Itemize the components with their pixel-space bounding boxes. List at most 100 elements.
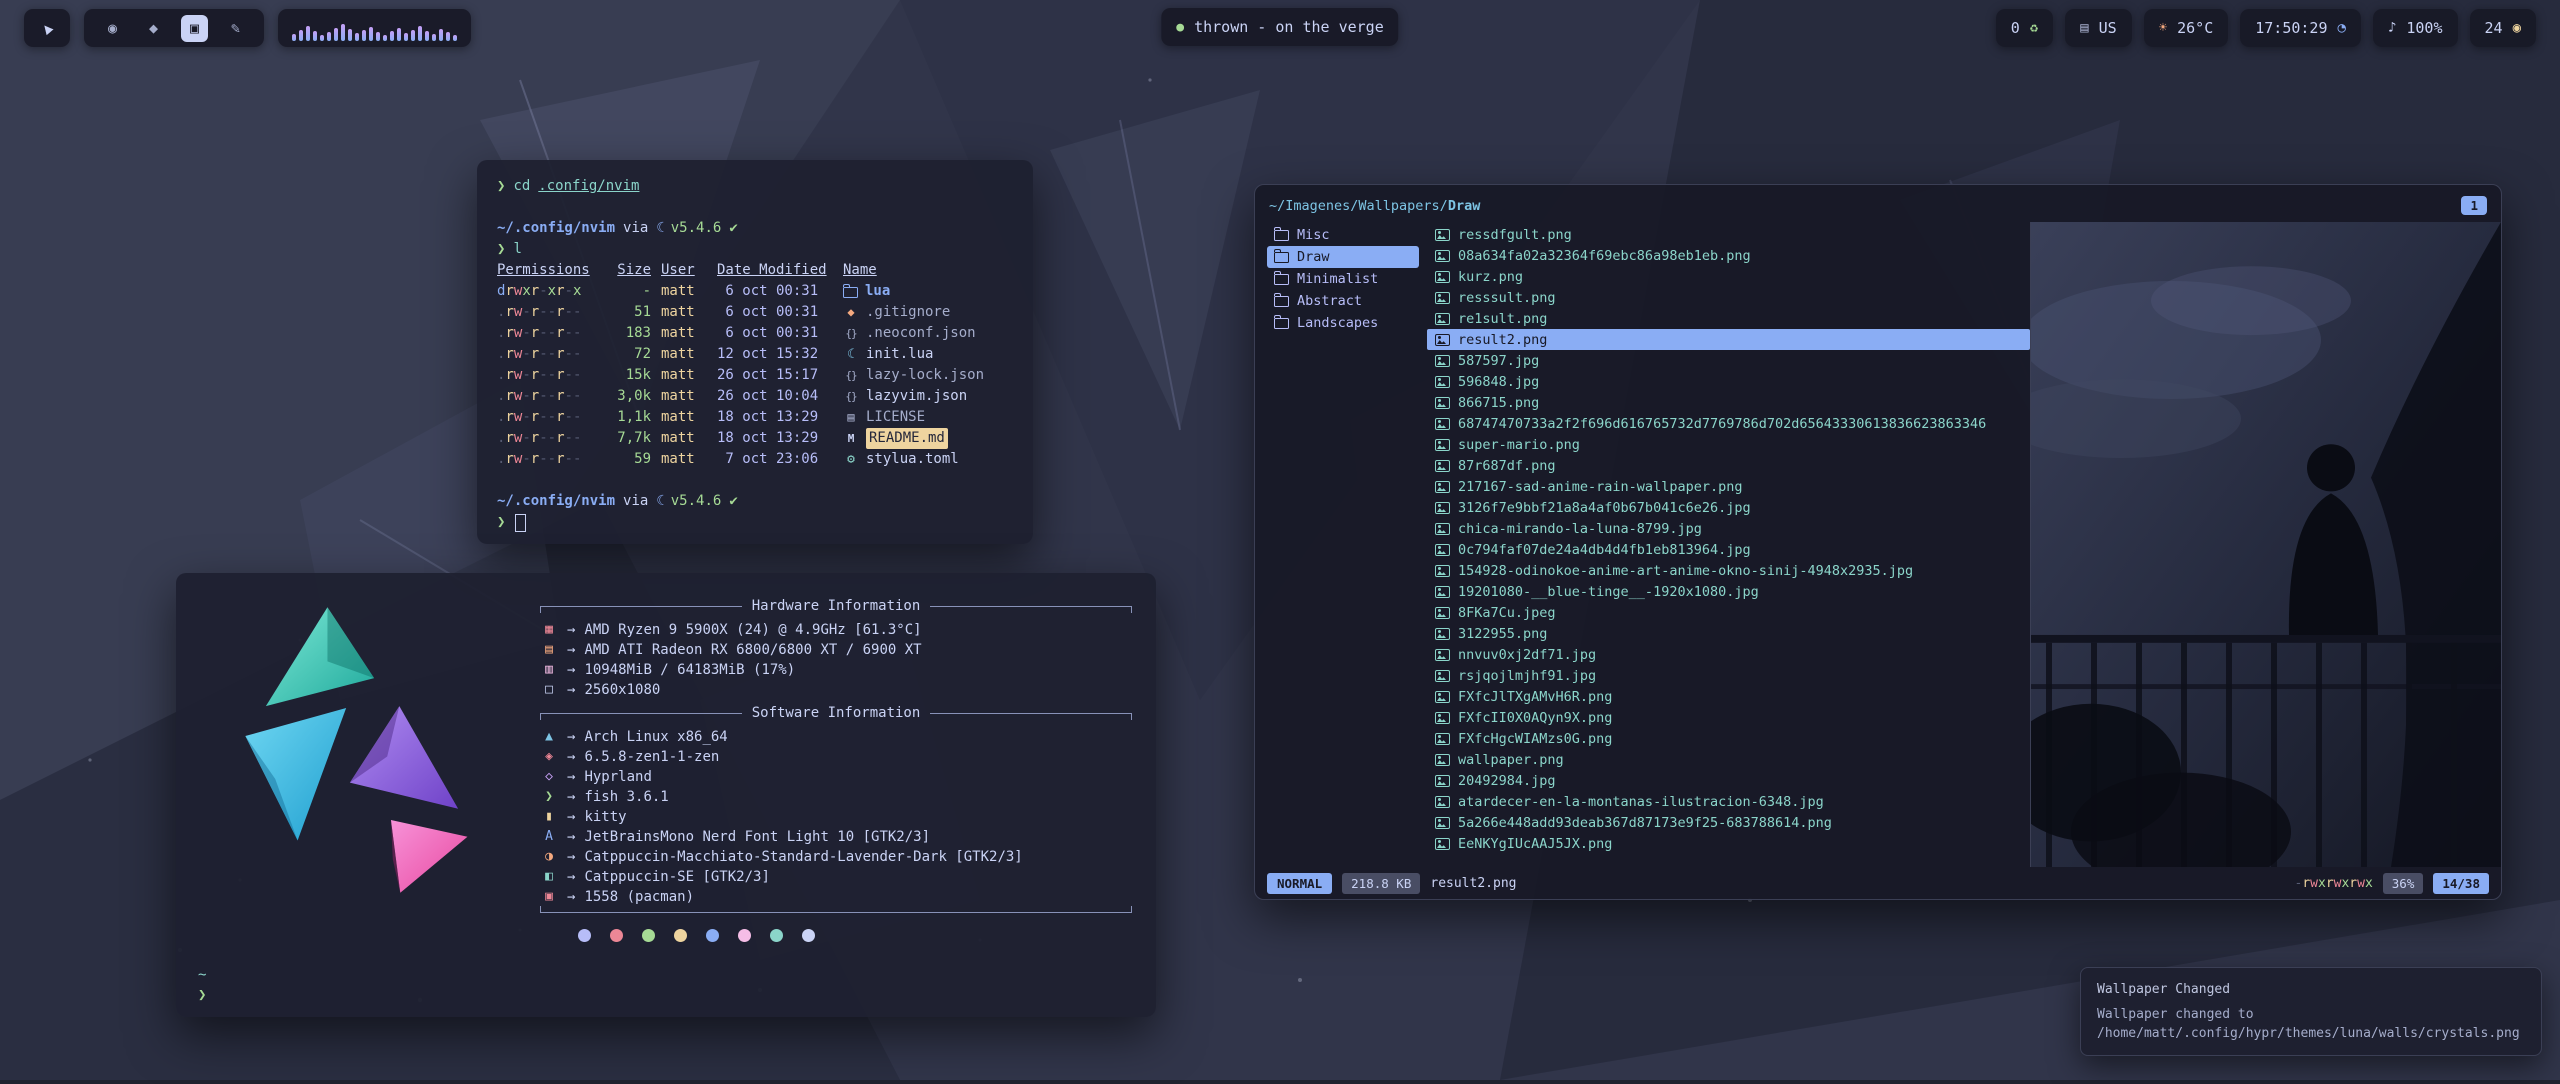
fetch-info-line: ▤ AMD ATI Radeon RX 6800/6800 XT / 6900 … bbox=[540, 640, 1132, 660]
list-position-badge: 14/38 bbox=[2433, 873, 2489, 894]
terminal-window-nvim[interactable]: ❯cd.config/nvim ~/.config/nvimvia☾v5.4.6… bbox=[477, 160, 1033, 544]
directory-item[interactable]: Abstract bbox=[1267, 290, 1419, 312]
palette-dot bbox=[674, 929, 687, 942]
file-row: drwxr-xr-x - matt 6 oct 00:31 lua bbox=[497, 281, 1013, 302]
notification-toast[interactable]: Wallpaper Changed Wallpaper changed to /… bbox=[2080, 967, 2542, 1056]
file-list-item[interactable]: 217167-sad-anime-rain-wallpaper.png bbox=[1427, 476, 2030, 497]
music-icon: ● bbox=[1176, 20, 1184, 35]
image-file-icon bbox=[1435, 754, 1450, 766]
metric-icon: □ bbox=[540, 680, 558, 700]
directory-item[interactable]: Minimalist bbox=[1267, 268, 1419, 290]
launcher-button[interactable]: ▲ bbox=[24, 9, 70, 47]
file-list-item[interactable]: ressdfgult.png bbox=[1427, 224, 2030, 245]
tab-badge[interactable]: 1 bbox=[2461, 196, 2487, 215]
file-list-item[interactable]: nnvuv0xj2df71.jpg bbox=[1427, 644, 2030, 665]
file-list-item[interactable]: 3122955.png bbox=[1427, 623, 2030, 644]
file-list-item[interactable]: 866715.png bbox=[1427, 392, 2030, 413]
volume-module[interactable]: ♪ 100% bbox=[2373, 9, 2458, 47]
file-list-item[interactable]: rsjqojlmjhf91.jpg bbox=[1427, 665, 2030, 686]
arrow-icon bbox=[567, 680, 575, 700]
terminal-window-fastfetch[interactable]: Hardware Information ▦ AMD Ryzen 9 5900X… bbox=[176, 573, 1156, 1017]
file-name: FXfcII0X0AQyn9X.png bbox=[1458, 710, 1612, 726]
permissions: .rw-r--r-- bbox=[497, 344, 597, 365]
file-owner: matt bbox=[661, 281, 707, 302]
metric-icon: ▦ bbox=[540, 620, 558, 640]
clock-module[interactable]: 17:50:29 ◔ bbox=[2240, 9, 2361, 47]
file-owner: matt bbox=[661, 344, 707, 365]
file-list-item[interactable]: 08a634fa02a32364f69ebc86a98eb1eb.png bbox=[1427, 245, 2030, 266]
file-list-item[interactable]: 3126f7e9bbf21a8a4af0b67b041c6e26.jpg bbox=[1427, 497, 2030, 518]
workspace-button[interactable]: ◆ bbox=[140, 15, 167, 42]
file-list-item[interactable]: 596848.jpg bbox=[1427, 371, 2030, 392]
workspace-button[interactable]: ▣ bbox=[181, 15, 208, 42]
file-manager-window[interactable]: ~/Imagenes/Wallpapers/Draw 1 Misc Draw M… bbox=[1254, 184, 2502, 900]
file-name: 866715.png bbox=[1458, 395, 1539, 411]
file-list-pane: ressdfgult.png 08a634fa02a32364f69ebc86a… bbox=[1423, 222, 2031, 867]
keyboard-icon: ▤ bbox=[2080, 20, 2088, 36]
file-list-item[interactable]: 19201080-__blue-tinge__-1920x1080.jpg bbox=[1427, 581, 2030, 602]
image-file-icon bbox=[1435, 397, 1450, 409]
visualizer-bar bbox=[397, 28, 401, 41]
software-section-header: Software Information bbox=[540, 703, 1132, 723]
scroll-percent-badge: 36% bbox=[2383, 873, 2424, 894]
palette-dot bbox=[706, 929, 719, 942]
file-list-item[interactable]: super-mario.png bbox=[1427, 434, 2030, 455]
file-name: FXfcHgcWIAMzs0G.png bbox=[1458, 731, 1612, 747]
file-list-item[interactable]: result2.png bbox=[1427, 329, 2030, 350]
directory-item[interactable]: Landscapes bbox=[1267, 312, 1419, 334]
file-size: - bbox=[607, 281, 651, 302]
file-owner: matt bbox=[661, 323, 707, 344]
temperature-module[interactable]: ☀ 26°C bbox=[2144, 9, 2229, 47]
music-widget[interactable]: ● thrown - on the verge bbox=[1161, 8, 1398, 46]
metric-value: 10948MiB / 64183MiB (17%) bbox=[584, 660, 795, 680]
visualizer-bar bbox=[453, 35, 457, 41]
file-list-item[interactable]: atardecer-en-la-montanas-ilustracion-634… bbox=[1427, 791, 2030, 812]
palette-dot bbox=[610, 929, 623, 942]
directory-name: Minimalist bbox=[1297, 271, 1378, 287]
image-preview-pane bbox=[2031, 222, 2501, 867]
image-file-icon bbox=[1435, 586, 1450, 598]
workspace-button[interactable]: ✎ bbox=[222, 15, 249, 42]
arrow-icon bbox=[567, 787, 575, 807]
directory-item[interactable]: Draw bbox=[1267, 246, 1419, 268]
file-list-item[interactable]: 8FKa7Cu.jpeg bbox=[1427, 602, 2030, 623]
file-list-item[interactable]: FXfcHgcWIAMzs0G.png bbox=[1427, 728, 2030, 749]
file-list-item[interactable]: 0c794faf07de24a4db4d4fb1eb813964.jpg bbox=[1427, 539, 2030, 560]
visualizer-bar bbox=[446, 32, 450, 41]
file-list-item[interactable]: EeNKYgIUcAAJ5JX.png bbox=[1427, 833, 2030, 854]
file-list-item[interactable]: 87r687df.png bbox=[1427, 455, 2030, 476]
file-name: ressdfgult.png bbox=[1458, 227, 1572, 243]
file-list-item[interactable]: resssult.png bbox=[1427, 287, 2030, 308]
image-file-icon bbox=[1435, 502, 1450, 514]
image-file-icon bbox=[1435, 817, 1450, 829]
file-list-item[interactable]: re1sult.png bbox=[1427, 308, 2030, 329]
palette-dot bbox=[642, 929, 655, 942]
file-list-item[interactable]: 68747470733a2f2f696d616765732d7769786d70… bbox=[1427, 413, 2030, 434]
workspace-button[interactable]: ◉ bbox=[99, 15, 126, 42]
updates-module[interactable]: 0 ♻ bbox=[1996, 9, 2053, 47]
notification-title: Wallpaper Changed bbox=[2097, 980, 2525, 999]
file-list-item[interactable]: kurz.png bbox=[1427, 266, 2030, 287]
file-list-item[interactable]: FXfcJlTXgAMvH6R.png bbox=[1427, 686, 2030, 707]
file-size-badge: 218.8 KB bbox=[1342, 873, 1420, 894]
visualizer-bar bbox=[320, 35, 324, 41]
keyboard-layout-module[interactable]: ▤ US bbox=[2065, 9, 2132, 47]
file-name: 596848.jpg bbox=[1458, 374, 1539, 390]
file-list-item[interactable]: 20492984.jpg bbox=[1427, 770, 2030, 791]
file-list-item[interactable]: wallpaper.png bbox=[1427, 749, 2030, 770]
file-list-item[interactable]: 5a266e448add93deab367d87173e9f25-6837886… bbox=[1427, 812, 2030, 833]
file-name: lazy-lock.json bbox=[866, 365, 984, 386]
arrow-icon bbox=[567, 867, 575, 887]
notifications-module[interactable]: 24 ◉ bbox=[2470, 9, 2537, 47]
file-type-icon bbox=[843, 449, 859, 470]
file-list-item[interactable]: FXfcII0X0AQyn9X.png bbox=[1427, 707, 2030, 728]
file-manager-statusbar: NORMAL 218.8 KB result2.png -rwxrwxrwx 3… bbox=[1255, 867, 2501, 899]
file-list-item[interactable]: chica-mirando-la-luna-8799.jpg bbox=[1427, 518, 2030, 539]
file-size: 1,1k bbox=[607, 407, 651, 428]
file-list-item[interactable]: 154928-odinokoe-anime-art-anime-okno-sin… bbox=[1427, 560, 2030, 581]
directory-item[interactable]: Misc bbox=[1267, 224, 1419, 246]
file-list-item[interactable]: 587597.jpg bbox=[1427, 350, 2030, 371]
directory-name: Misc bbox=[1297, 227, 1330, 243]
file-name: nnvuv0xj2df71.jpg bbox=[1458, 647, 1596, 663]
arrow-icon bbox=[567, 887, 575, 907]
